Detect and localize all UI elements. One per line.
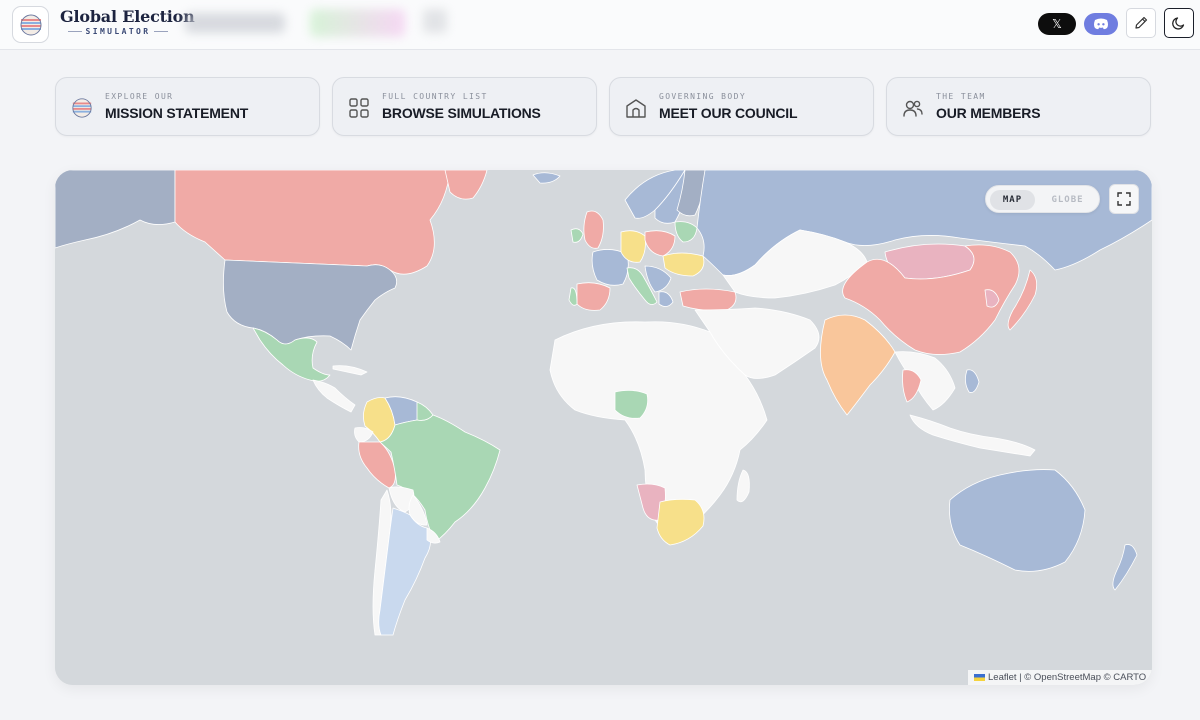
nav-card-label: OUR MEMBERS (936, 105, 1041, 121)
map-attribution: Leaflet | © OpenStreetMap © CARTO (968, 670, 1152, 685)
site-logo[interactable] (12, 6, 49, 43)
x-logo-icon: 𝕏 (1052, 17, 1062, 31)
ukraine-flag-icon (974, 674, 985, 681)
blurred-region (185, 9, 450, 39)
users-icon (901, 96, 925, 120)
brand-title: Global Election (60, 7, 195, 26)
grid-icon (347, 96, 371, 120)
nav-card-council[interactable]: GOVERNING BODY MEET OUR COUNCIL (609, 77, 874, 136)
map-option[interactable]: MAP (990, 190, 1035, 210)
nav-card-kicker: THE TEAM (936, 92, 986, 101)
nav-card-members[interactable]: THE TEAM OUR MEMBERS (886, 77, 1151, 136)
world-map[interactable]: MAP GLOBE Leaflet | © OpenStreetMap © CA… (55, 170, 1152, 685)
brand-subtitle: SIMULATOR (60, 27, 176, 36)
nav-card-label: MEET OUR COUNCIL (659, 105, 798, 121)
top-bar: Global Election SIMULATOR 𝕏 (0, 0, 1200, 50)
nav-card-kicker: FULL COUNTRY LIST (382, 92, 488, 101)
fullscreen-button[interactable] (1109, 184, 1139, 214)
nav-card-kicker: EXPLORE OUR (105, 92, 174, 101)
nav-card-kicker: GOVERNING BODY (659, 92, 747, 101)
nav-card-mission[interactable]: EXPLORE OUR MISSION STATEMENT (55, 77, 320, 136)
globe-option[interactable]: GLOBE (1040, 190, 1095, 210)
map-canvas[interactable] (55, 170, 1152, 685)
nav-card-label: BROWSE SIMULATIONS (382, 105, 541, 121)
color-picker-button[interactable] (1126, 8, 1156, 38)
x-social-button[interactable]: 𝕏 (1038, 13, 1076, 35)
map-view-toggle: MAP GLOBE (985, 185, 1100, 213)
nav-card-label: MISSION STATEMENT (105, 105, 249, 121)
discord-icon (1094, 18, 1108, 30)
attribution-text[interactable]: Leaflet | © OpenStreetMap © CARTO (988, 672, 1146, 683)
eyedropper-icon (1135, 16, 1148, 29)
country-nigeria[interactable] (614, 390, 649, 419)
nav-card-browse[interactable]: FULL COUNTRY LIST BROWSE SIMULATIONS (332, 77, 597, 136)
country-turkey[interactable] (679, 288, 737, 311)
fullscreen-icon (1117, 192, 1131, 206)
moon-icon (1172, 17, 1185, 30)
dark-mode-toggle[interactable] (1164, 8, 1194, 38)
building-icon (624, 96, 648, 120)
country-uk[interactable] (583, 210, 604, 249)
discord-button[interactable] (1084, 13, 1118, 35)
globe-logo-icon (20, 14, 41, 35)
country-germany[interactable] (620, 230, 646, 263)
globe-logo-icon (70, 96, 94, 120)
